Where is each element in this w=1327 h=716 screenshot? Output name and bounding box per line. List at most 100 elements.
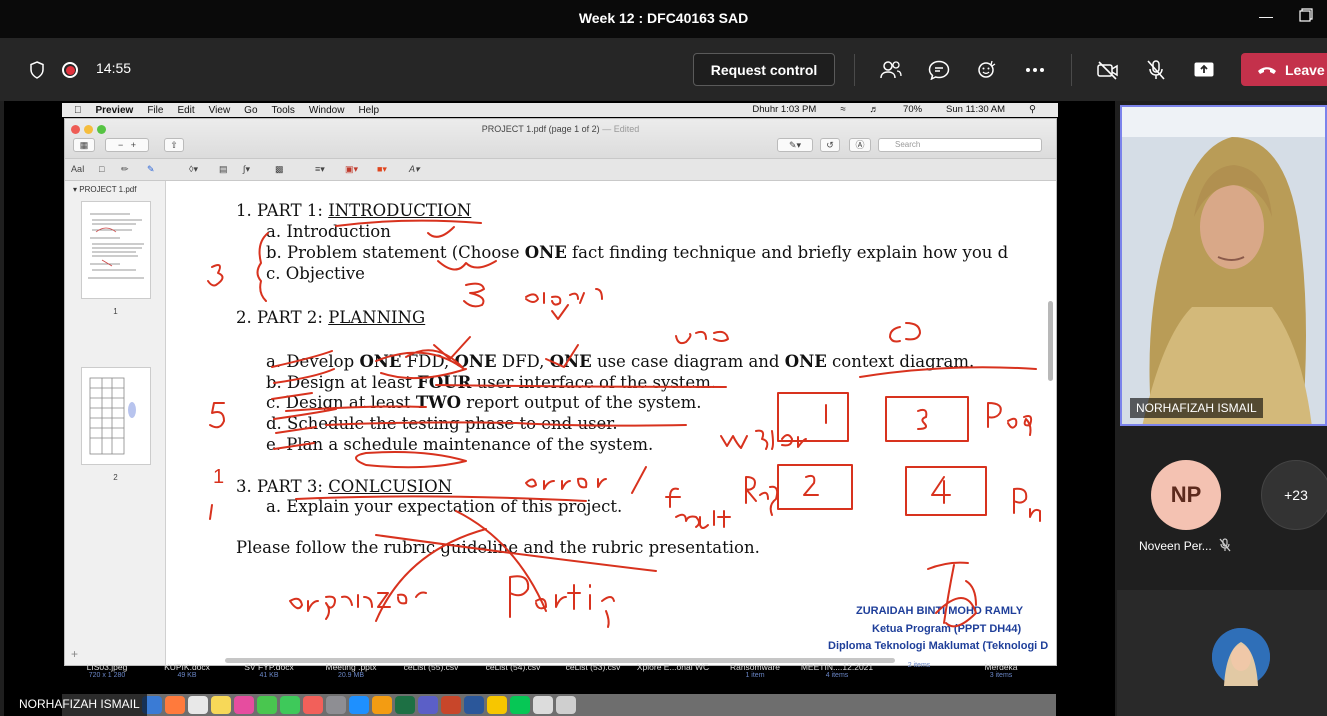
- desktop-file[interactable]: Merdeka 3 items: [956, 662, 1046, 679]
- presenter-name-tag: NORHAFIZAH ISMAIL: [12, 694, 147, 716]
- file-name: ceList (53).csv: [565, 662, 621, 672]
- page-number-1: 1: [113, 307, 118, 316]
- teams-icon[interactable]: [418, 696, 438, 714]
- vlc-icon[interactable]: [372, 696, 392, 714]
- wifi-icon: ≈: [840, 104, 846, 115]
- desktop-file[interactable]: KUPIK.docx 49 KB: [142, 662, 232, 679]
- text-selection-icon[interactable]: AaI: [71, 164, 85, 174]
- page-number-2: 2: [113, 473, 118, 482]
- desktop-files: LIS03.jpeg 720 x 1 280 KUPIK.docx 49 KB SV…: [62, 662, 1058, 692]
- leave-button[interactable]: Leave: [1241, 53, 1327, 86]
- messages-icon[interactable]: [257, 696, 277, 714]
- menu-file[interactable]: File: [147, 105, 163, 116]
- spotlight-icon[interactable]: ⚲: [1029, 104, 1036, 115]
- add-page-icon[interactable]: +: [71, 647, 78, 661]
- line-style-icon[interactable]: ≡▾: [315, 164, 325, 175]
- markup-toggle-icon[interactable]: Ⓐ: [849, 138, 871, 152]
- settings-icon[interactable]: [326, 696, 346, 714]
- desktop-file[interactable]: Meeting .pptx 20.9 MB: [306, 662, 396, 679]
- desktop-file[interactable]: Xplore E...onal WC: [628, 662, 718, 672]
- preview-icon[interactable]: [533, 696, 553, 714]
- calendar-icon[interactable]: [188, 696, 208, 714]
- self-avatar-image: [1212, 628, 1270, 686]
- sign-icon[interactable]: ∫▾: [243, 164, 250, 175]
- sidebar-toggle-icon[interactable]: ▦: [73, 138, 95, 152]
- file-meta: 20.9 MB: [337, 672, 365, 679]
- pen-tool-icon[interactable]: ✎▾: [777, 138, 813, 152]
- desktop-file[interactable]: ceList (54).csv: [468, 662, 558, 672]
- more-options-icon[interactable]: [1023, 58, 1047, 82]
- participant-muted-icon: [1218, 538, 1232, 557]
- line-icon[interactable]: [510, 696, 530, 714]
- text-style-icon[interactable]: A▾: [409, 164, 420, 175]
- desktop-file[interactable]: MEETIN....12.2021 4 items: [792, 662, 882, 679]
- word-icon[interactable]: [464, 696, 484, 714]
- more-participants-button[interactable]: +23: [1261, 460, 1327, 530]
- handwritten-annotations: 1: [207, 219, 1041, 628]
- shield-icon[interactable]: [25, 58, 49, 82]
- notes-icon[interactable]: [211, 696, 231, 714]
- desktop-file[interactable]: Ransomware 1 item: [710, 662, 800, 679]
- powerpoint-icon[interactable]: [441, 696, 461, 714]
- excel-icon[interactable]: [395, 696, 415, 714]
- search-field[interactable]: Search: [878, 138, 1042, 152]
- talk-icon[interactable]: [487, 696, 507, 714]
- sketch-icon[interactable]: ✏: [121, 164, 129, 175]
- menubar-status: Dhuhr 1:03 PM ≈ ♬ 70% Sun 11:30 AM ⚲: [752, 104, 1050, 115]
- text-box-icon[interactable]: ▤: [219, 164, 228, 175]
- people-icon[interactable]: [879, 58, 903, 82]
- desktop-file[interactable]: ceList (55).csv: [386, 662, 476, 672]
- menu-view[interactable]: View: [209, 105, 231, 116]
- toolbar-divider: [1071, 54, 1072, 86]
- page-thumbnail-2[interactable]: [81, 367, 151, 465]
- share-icon[interactable]: ⇧: [164, 138, 184, 152]
- participant-video-tile[interactable]: NORHAFIZAH ISMAIL: [1120, 105, 1327, 426]
- vertical-scrollbar[interactable]: [1048, 181, 1054, 601]
- menu-help[interactable]: Help: [358, 105, 379, 116]
- document-name: PROJECT 1.pdf (page 1 of 2): [481, 124, 600, 134]
- desktop-file[interactable]: 2 items: [874, 662, 964, 669]
- chat-icon[interactable]: [927, 58, 951, 82]
- mail-icon[interactable]: [165, 696, 185, 714]
- request-control-button[interactable]: Request control: [693, 53, 835, 86]
- mic-off-icon[interactable]: [1144, 58, 1168, 82]
- trash-icon[interactable]: [556, 696, 576, 714]
- desktop-file[interactable]: LIS03.jpeg 720 x 1 280: [62, 662, 152, 679]
- shapes-icon[interactable]: ◊▾: [189, 164, 198, 175]
- reactions-icon[interactable]: [975, 58, 999, 82]
- desktop-file[interactable]: SV FYP.docx 41 KB: [224, 662, 314, 679]
- camera-off-icon[interactable]: [1096, 58, 1120, 82]
- photos-icon[interactable]: [234, 696, 254, 714]
- music-icon[interactable]: [303, 696, 323, 714]
- facetime-icon[interactable]: [280, 696, 300, 714]
- menu-go[interactable]: Go: [244, 105, 257, 116]
- menu-tools[interactable]: Tools: [272, 105, 295, 116]
- desktop-file[interactable]: ceList (53).csv: [548, 662, 638, 672]
- avatar[interactable]: NP: [1151, 460, 1221, 530]
- border-color-icon[interactable]: ▣▾: [345, 164, 358, 175]
- annotation-mark: 1: [213, 466, 224, 488]
- recording-icon: [58, 58, 82, 82]
- share-screen-icon[interactable]: [1192, 58, 1216, 82]
- participant-video: [1122, 107, 1325, 424]
- restore-icon[interactable]: [1294, 8, 1318, 30]
- pdf-page: 1. PART 1: INTRODUCTION a. Introduction …: [166, 181, 1050, 665]
- fill-color-icon[interactable]: ■▾: [377, 164, 387, 175]
- menu-preview[interactable]: Preview: [96, 105, 134, 116]
- note-icon[interactable]: ▩: [275, 164, 284, 175]
- menu-edit[interactable]: Edit: [177, 105, 194, 116]
- app-store-icon[interactable]: [349, 696, 369, 714]
- teams-title-bar: Week 12 : DFC40163 SAD —: [0, 0, 1327, 38]
- self-avatar[interactable]: [1212, 628, 1270, 686]
- scroll-thumb[interactable]: [1048, 301, 1053, 381]
- zoom-buttons[interactable]: − +: [105, 138, 149, 152]
- rotate-icon[interactable]: ↺: [820, 138, 840, 152]
- menu-window[interactable]: Window: [309, 105, 345, 116]
- page-thumbnail-1[interactable]: [81, 201, 151, 299]
- rect-selection-icon[interactable]: □: [99, 164, 104, 174]
- file-name: ceList (55).csv: [403, 662, 459, 672]
- sidebar-file-label: ▾ PROJECT 1.pdf: [73, 185, 137, 194]
- file-meta: 3 items: [989, 672, 1013, 679]
- minimize-icon[interactable]: —: [1254, 8, 1278, 30]
- draw-icon[interactable]: ✎: [147, 164, 155, 175]
